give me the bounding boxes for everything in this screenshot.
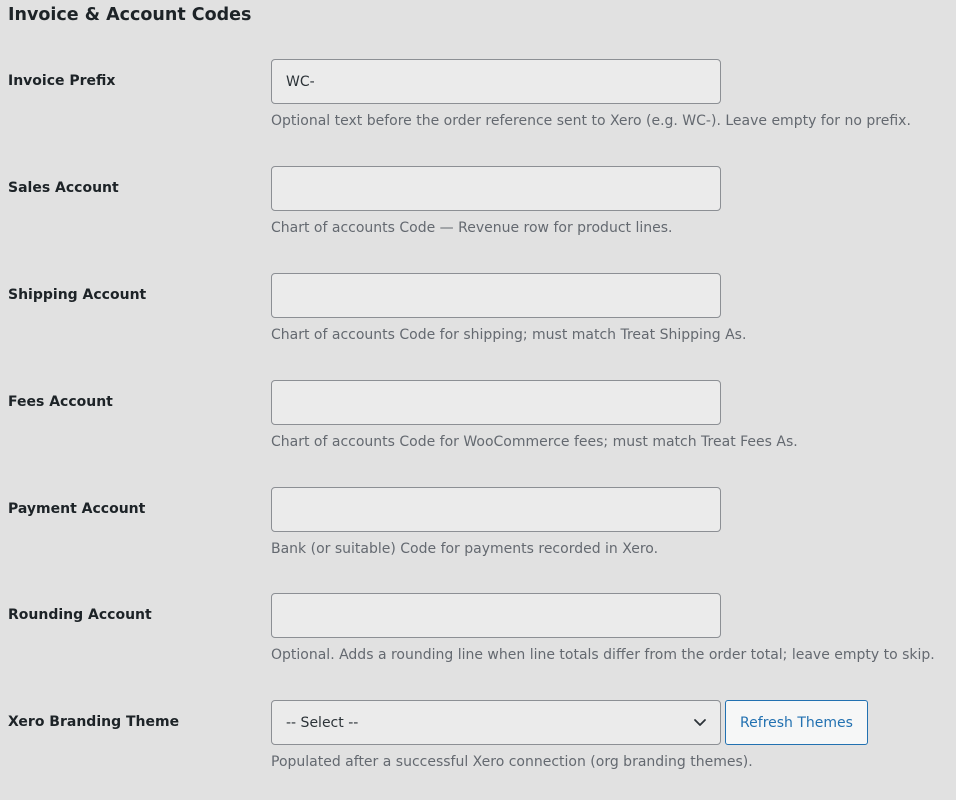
payment-account-row: Payment Account Bank (or suitable) Code … xyxy=(0,487,956,587)
invoice-prefix-row: Invoice Prefix Optional text before the … xyxy=(0,59,956,159)
invoice-prefix-label: Invoice Prefix xyxy=(8,73,116,89)
rounding-account-description: Optional. Adds a rounding line when line… xyxy=(271,647,935,663)
shipping-account-input[interactable] xyxy=(271,273,721,318)
payment-account-description: Bank (or suitable) Code for payments rec… xyxy=(271,541,659,557)
branding-theme-row: Xero Branding Theme -- Select -- Refresh… xyxy=(0,700,956,800)
section-title: Invoice & Account Codes xyxy=(8,5,252,25)
branding-theme-select[interactable]: -- Select -- xyxy=(271,700,721,745)
invoice-prefix-input[interactable] xyxy=(271,59,721,104)
branding-theme-description: Populated after a successful Xero connec… xyxy=(271,754,753,770)
sales-account-row: Sales Account Chart of accounts Code — R… xyxy=(0,166,956,266)
shipping-account-row: Shipping Account Chart of accounts Code … xyxy=(0,273,956,373)
refresh-themes-button[interactable]: Refresh Themes xyxy=(725,700,868,745)
fees-account-label: Fees Account xyxy=(8,394,113,410)
payment-account-label: Payment Account xyxy=(8,501,146,517)
sales-account-input[interactable] xyxy=(271,166,721,211)
payment-account-input[interactable] xyxy=(271,487,721,532)
shipping-account-description: Chart of accounts Code for shipping; mus… xyxy=(271,327,747,343)
branding-theme-label: Xero Branding Theme xyxy=(8,714,180,730)
chevron-down-icon xyxy=(694,719,706,726)
fees-account-row: Fees Account Chart of accounts Code for … xyxy=(0,380,956,480)
sales-account-description: Chart of accounts Code — Revenue row for… xyxy=(271,220,673,236)
rounding-account-label: Rounding Account xyxy=(8,607,152,623)
branding-theme-selected-value: -- Select -- xyxy=(286,715,359,731)
rounding-account-row: Rounding Account Optional. Adds a roundi… xyxy=(0,593,956,693)
sales-account-label: Sales Account xyxy=(8,180,119,196)
shipping-account-label: Shipping Account xyxy=(8,287,147,303)
rounding-account-input[interactable] xyxy=(271,593,721,638)
invoice-prefix-description: Optional text before the order reference… xyxy=(271,113,911,129)
fees-account-description: Chart of accounts Code for WooCommerce f… xyxy=(271,434,798,450)
fees-account-input[interactable] xyxy=(271,380,721,425)
